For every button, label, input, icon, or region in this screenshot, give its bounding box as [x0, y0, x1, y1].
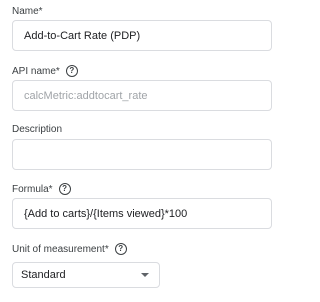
help-circle-icon[interactable]: ? — [65, 65, 78, 77]
description-label: Description — [12, 124, 63, 135]
formula-label: Formula* ? — [12, 183, 71, 195]
help-circle-icon[interactable]: ? — [58, 183, 71, 195]
formula-input[interactable]: {Add to carts}/{Items viewed}*100 — [12, 198, 272, 229]
chevron-down-icon — [141, 273, 149, 277]
api-name-input: calcMetric:addtocart_rate — [12, 80, 272, 111]
name-input[interactable]: Add-to-Cart Rate (PDP) — [12, 20, 272, 51]
unit-select[interactable]: Standard — [12, 262, 160, 288]
api-name-label: API name* ? — [12, 65, 78, 77]
help-circle-icon[interactable]: ? — [114, 243, 127, 255]
unit-label: Unit of measurement* ? — [12, 243, 127, 255]
name-label: Name* — [12, 6, 43, 17]
description-input[interactable] — [12, 139, 272, 170]
